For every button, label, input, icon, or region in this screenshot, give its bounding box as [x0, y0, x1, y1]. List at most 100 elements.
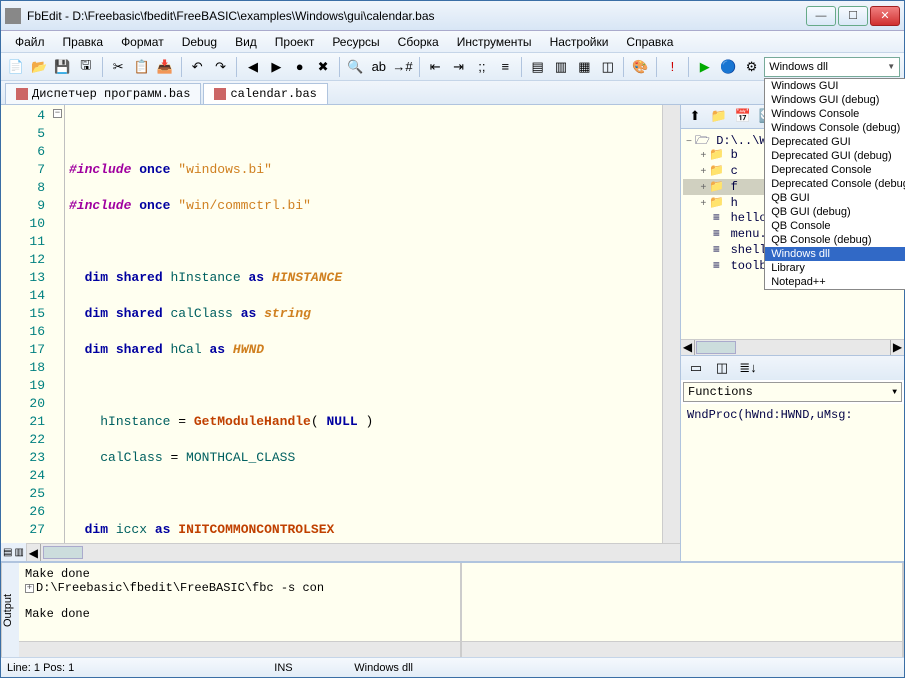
status-mode: Windows dll — [354, 662, 414, 674]
window-title: FbEdit - D:\Freebasic\fbedit\FreeBASIC\e… — [27, 9, 806, 23]
cut-icon[interactable]: ✂ — [107, 56, 128, 78]
menu-сборка[interactable]: Сборка — [390, 33, 447, 51]
fold-column[interactable]: − — [51, 105, 65, 543]
output-right-hscroll[interactable] — [462, 641, 903, 657]
combo-option[interactable]: Windows dll — [765, 247, 905, 261]
stop-icon[interactable]: ! — [662, 56, 683, 78]
close-button[interactable]: ✕ — [870, 6, 900, 26]
code-text[interactable]: #include once "windows.bi" #include once… — [65, 105, 662, 543]
combo-option[interactable]: QB Console (debug) — [765, 233, 905, 247]
tree-up-icon[interactable]: ⬆ — [685, 107, 705, 127]
func-sort-icon[interactable]: ≣↓ — [737, 357, 759, 379]
menu-вид[interactable]: Вид — [227, 33, 265, 51]
toolbar: 📄 📂 💾 🖫 ✂ 📋 📥 ↶ ↷ ◀ ▶ ● ✖ 🔍 ab →# ⇤ ⇥ ;;… — [1, 53, 904, 81]
func-view2-icon[interactable]: ◫ — [711, 357, 733, 379]
goto-icon[interactable]: →# — [392, 56, 414, 78]
combo-option[interactable]: Deprecated Console (debug) — [765, 177, 905, 191]
func-view1-icon[interactable]: ▭ — [685, 357, 707, 379]
menu-ресурсы[interactable]: Ресурсы — [324, 33, 387, 51]
bookmark-toggle-icon[interactable]: ● — [289, 56, 310, 78]
undo-icon[interactable]: ↶ — [187, 56, 208, 78]
app-icon — [5, 8, 21, 24]
combo-value: Windows dll — [769, 61, 828, 73]
find-icon[interactable]: 🔍 — [345, 56, 366, 78]
palette-icon[interactable]: 🎨 — [629, 56, 650, 78]
run-icon[interactable]: ▶ — [694, 56, 715, 78]
output-right[interactable] — [462, 563, 905, 657]
combo-option[interactable]: Library — [765, 261, 905, 275]
menu-формат[interactable]: Формат — [113, 33, 172, 51]
combo-option[interactable]: QB GUI — [765, 191, 905, 205]
bookmark-clear-icon[interactable]: ✖ — [312, 56, 333, 78]
menu-проект[interactable]: Проект — [267, 33, 323, 51]
minimize-button[interactable]: — — [806, 6, 836, 26]
indent-right-icon[interactable]: ⇥ — [448, 56, 469, 78]
bookmark-prev-icon[interactable]: ◀ — [242, 56, 263, 78]
replace-icon[interactable]: ab — [368, 56, 389, 78]
menu-правка[interactable]: Правка — [55, 33, 112, 51]
editor-pane: 4567891011121314151617181920212223242526… — [1, 105, 680, 561]
bookmark-next-icon[interactable]: ▶ — [266, 56, 287, 78]
build-target-combo[interactable]: Windows dll Windows GUIWindows GUI (debu… — [764, 57, 900, 77]
editor-vscrollbar[interactable] — [662, 105, 680, 543]
editor-hscrollbar[interactable]: ◀ — [27, 543, 680, 561]
combo-option[interactable]: Windows GUI (debug) — [765, 93, 905, 107]
status-ins: INS — [274, 662, 334, 674]
view-hsplit-icon[interactable]: ▥ — [550, 56, 571, 78]
menu-настройки[interactable]: Настройки — [542, 33, 617, 51]
menu-файл[interactable]: Файл — [7, 33, 53, 51]
output-left[interactable]: Make done +D:\Freebasic\fbedit\FreeBASIC… — [19, 563, 462, 657]
file-icon — [16, 88, 28, 100]
split-v-icon[interactable]: ▥ — [14, 547, 23, 558]
combo-option[interactable]: Windows Console — [765, 107, 905, 121]
file-tab-1[interactable]: calendar.bas — [203, 83, 327, 104]
tree-folder-icon[interactable]: 📁 — [709, 107, 729, 127]
maximize-button[interactable]: ☐ — [838, 6, 868, 26]
code-editor[interactable]: 4567891011121314151617181920212223242526… — [1, 105, 680, 543]
view-dock-icon[interactable]: ◫ — [597, 56, 618, 78]
combo-option[interactable]: Windows Console (debug) — [765, 121, 905, 135]
file-icon — [214, 88, 226, 100]
save-icon[interactable]: 💾 — [52, 56, 73, 78]
combo-option[interactable]: Notepad++ — [765, 275, 905, 289]
menu-debug[interactable]: Debug — [174, 33, 225, 51]
function-list[interactable]: WndProc(hWnd:HWND,uMsg: — [681, 404, 904, 561]
combo-option[interactable]: Deprecated Console — [765, 163, 905, 177]
titlebar[interactable]: FbEdit - D:\Freebasic\fbedit\FreeBASIC\e… — [1, 1, 904, 31]
function-select[interactable]: Functions — [683, 382, 902, 402]
split-h-icon[interactable]: ▤ — [3, 547, 12, 558]
tree-hscrollbar[interactable]: ◀▶ — [681, 339, 904, 355]
menubar: ФайлПравкаФорматDebugВидПроектРесурсыСбо… — [1, 31, 904, 53]
indent-left-icon[interactable]: ⇤ — [424, 56, 445, 78]
combo-option[interactable]: Deprecated GUI (debug) — [765, 149, 905, 163]
menu-справка[interactable]: Справка — [618, 33, 681, 51]
uncomment-icon[interactable]: ≡ — [495, 56, 516, 78]
debug-icon[interactable]: 🔵 — [717, 56, 738, 78]
menu-инструменты[interactable]: Инструменты — [449, 33, 540, 51]
combo-option[interactable]: QB Console — [765, 219, 905, 233]
file-tab-0[interactable]: Диспетчер программ.bas — [5, 83, 201, 104]
build-target-dropdown[interactable]: Windows GUIWindows GUI (debug)Windows Co… — [764, 78, 905, 290]
redo-icon[interactable]: ↷ — [210, 56, 231, 78]
open-file-icon[interactable]: 📂 — [28, 56, 49, 78]
split-controls[interactable]: ▤ ▥ — [1, 543, 27, 561]
view-grid-icon[interactable]: ▦ — [574, 56, 595, 78]
copy-icon[interactable]: 📋 — [131, 56, 152, 78]
function-panel: ▭ ◫ ≣↓ Functions WndProc(hWnd:HWND,uMsg: — [681, 355, 904, 561]
output-panel: Output Make done +D:\Freebasic\fbedit\Fr… — [1, 561, 904, 657]
comment-icon[interactable]: ;; — [471, 56, 492, 78]
statusbar: Line: 1 Pos: 1 INS Windows dll — [1, 657, 904, 677]
combo-option[interactable]: Deprecated GUI — [765, 135, 905, 149]
combo-option[interactable]: Windows GUI — [765, 79, 905, 93]
app-window: FbEdit - D:\Freebasic\fbedit\FreeBASIC\e… — [0, 0, 905, 678]
view-split-icon[interactable]: ▤ — [527, 56, 548, 78]
paste-icon[interactable]: 📥 — [154, 56, 175, 78]
compile-icon[interactable]: ⚙ — [741, 56, 762, 78]
output-fold-icon[interactable]: + — [25, 584, 34, 593]
save-as-icon[interactable]: 🖫 — [75, 56, 96, 78]
output-left-hscroll[interactable] — [19, 641, 460, 657]
new-file-icon[interactable]: 📄 — [5, 56, 26, 78]
output-tab-label[interactable]: Output — [1, 563, 19, 657]
combo-option[interactable]: QB GUI (debug) — [765, 205, 905, 219]
tree-date-icon[interactable]: 📅 — [733, 107, 753, 127]
